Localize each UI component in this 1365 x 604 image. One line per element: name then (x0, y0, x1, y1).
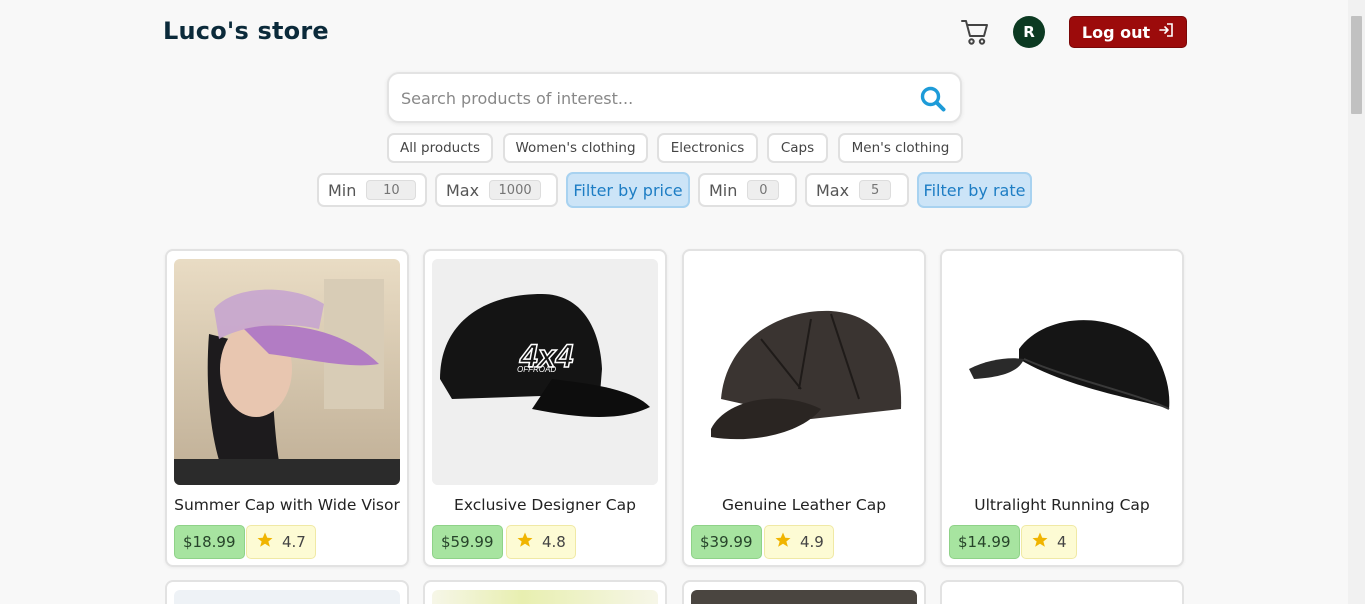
rate-min-label: Min (709, 180, 738, 200)
user-avatar[interactable]: R (1013, 16, 1045, 48)
rating-value: 4 (1057, 533, 1067, 551)
rating-value: 4.8 (542, 533, 566, 551)
category-womens-clothing[interactable]: Women's clothing (503, 133, 648, 163)
product-card[interactable] (423, 580, 667, 604)
price-min-box: Min (317, 173, 427, 207)
filter-by-price-button[interactable]: Filter by price (566, 172, 690, 208)
filter-by-rate-button[interactable]: Filter by rate (917, 172, 1032, 208)
product-image[interactable]: 4x4 OFFROAD (432, 259, 658, 485)
product-rating: 4.8 (506, 525, 576, 559)
rating-value: 4.7 (282, 533, 306, 551)
price-max-box: Max (435, 173, 558, 207)
product-price: $39.99 (691, 525, 762, 559)
star-icon (1031, 531, 1049, 553)
star-icon (516, 531, 534, 553)
product-card[interactable]: Ultralight Running Cap $14.99 4 (940, 249, 1184, 567)
search-bar (387, 72, 962, 123)
product-price: $18.99 (174, 525, 245, 559)
rating-value: 4.9 (800, 533, 824, 551)
product-image[interactable] (432, 590, 658, 604)
product-title[interactable]: Ultralight Running Cap (942, 496, 1182, 514)
price-max-label: Max (446, 180, 480, 200)
cart-icon[interactable] (960, 17, 990, 47)
product-image[interactable] (174, 259, 400, 485)
price-min-label: Min (328, 180, 357, 200)
scrollbar-thumb[interactable] (1351, 16, 1362, 114)
product-image[interactable] (691, 590, 917, 604)
search-icon[interactable] (919, 85, 947, 113)
logout-icon (1158, 22, 1174, 42)
category-caps[interactable]: Caps (767, 133, 828, 163)
product-image[interactable] (174, 590, 400, 604)
rate-min-input[interactable] (747, 180, 780, 200)
product-rating: 4.9 (764, 525, 834, 559)
rate-max-input[interactable] (859, 180, 892, 200)
product-card[interactable]: 4x4 OFFROAD Exclusive Designer Cap $59.9… (423, 249, 667, 567)
product-image[interactable] (691, 259, 917, 485)
product-price: $59.99 (432, 525, 503, 559)
rate-max-box: Max (805, 173, 909, 207)
star-icon (256, 531, 274, 553)
rate-max-label: Max (816, 180, 850, 200)
price-max-input[interactable] (489, 180, 542, 200)
store-brand[interactable]: Luco's store (163, 17, 329, 45)
product-card[interactable]: Genuine Leather Cap $39.99 4.9 (682, 249, 926, 567)
category-all-products[interactable]: All products (387, 133, 493, 163)
product-rating: 4 (1021, 525, 1077, 559)
svg-text:OFFROAD: OFFROAD (517, 365, 556, 374)
rate-min-box: Min (698, 173, 797, 207)
product-title[interactable]: Genuine Leather Cap (684, 496, 924, 514)
product-card[interactable] (682, 580, 926, 604)
product-image[interactable] (949, 590, 1175, 604)
search-input[interactable] (401, 86, 901, 110)
logout-label: Log out (1081, 22, 1151, 42)
product-title[interactable]: Summer Cap with Wide Visor (167, 496, 407, 514)
price-min-input[interactable] (366, 180, 417, 200)
logout-button[interactable]: Log out (1069, 16, 1187, 48)
product-image[interactable] (949, 259, 1175, 485)
category-mens-clothing[interactable]: Men's clothing (838, 133, 963, 163)
product-card[interactable]: Summer Cap with Wide Visor $18.99 4.7 (165, 249, 409, 567)
product-rating: 4.7 (246, 525, 316, 559)
product-price: $14.99 (949, 525, 1020, 559)
star-icon (774, 531, 792, 553)
category-electronics[interactable]: Electronics (657, 133, 758, 163)
product-title[interactable]: Exclusive Designer Cap (425, 496, 665, 514)
page-scrollbar[interactable] (1348, 0, 1365, 604)
product-card[interactable] (940, 580, 1184, 604)
product-card[interactable] (165, 580, 409, 604)
